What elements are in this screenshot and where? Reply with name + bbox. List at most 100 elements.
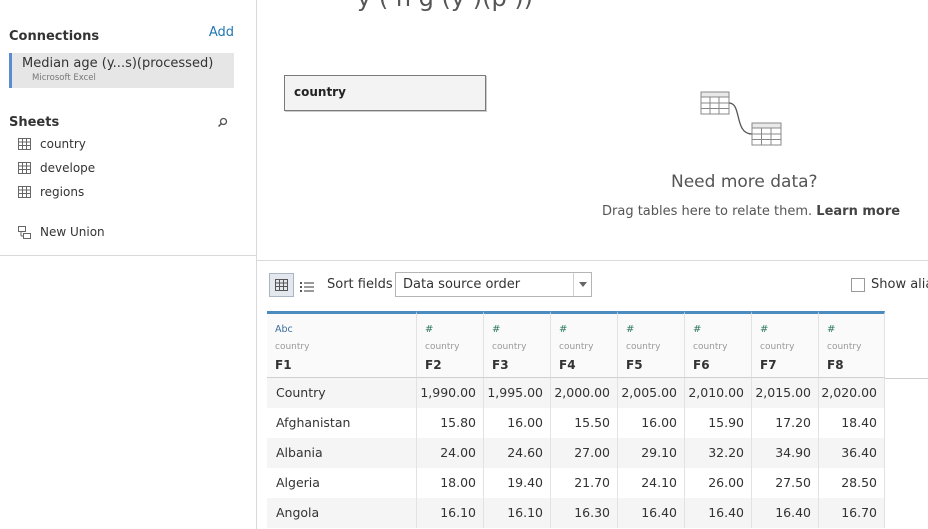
column-source: country [626, 342, 661, 352]
search-icon[interactable] [217, 113, 228, 132]
table-cell: 24.00 [417, 438, 484, 468]
column-source: country [827, 342, 862, 352]
grid-view-button[interactable] [269, 273, 294, 297]
table-cell: Angola [267, 498, 417, 528]
table-row: Country 1,990.00 1,995.00 2,000.00 2,005… [267, 378, 885, 408]
drag-tables-text: Drag tables here to relate them. [602, 204, 813, 219]
sheet-item-country[interactable]: country [18, 135, 86, 153]
number-type-icon[interactable]: # [827, 324, 835, 335]
table-icon [18, 186, 31, 198]
table-row: Algeria 18.00 19.40 21.70 24.10 26.00 27… [267, 468, 885, 498]
number-type-icon[interactable]: # [626, 324, 634, 335]
table-cell: 17.20 [752, 408, 819, 438]
table-cell: 16.30 [551, 498, 618, 528]
column-header-f4[interactable]: # country F4 [551, 311, 618, 378]
table-cell: 2,010.00 [685, 378, 752, 408]
table-cell: 15.80 [417, 408, 484, 438]
connections-header: Connections Add [9, 25, 234, 44]
list-icon [300, 282, 314, 292]
column-source: country [559, 342, 594, 352]
column-name: F1 [275, 358, 292, 372]
table-cell: Afghanistan [267, 408, 417, 438]
table-box-label: country [294, 85, 346, 99]
drag-tables-hint: Drag tables here to relate them. Learn m… [602, 204, 900, 219]
column-header-f3[interactable]: # country F3 [484, 311, 551, 378]
show-aliases-checkbox[interactable] [851, 277, 865, 292]
chevron-down-icon [573, 273, 591, 296]
column-header-f5[interactable]: # country F5 [618, 311, 685, 378]
table-row: Afghanistan 15.80 16.00 15.50 16.00 15.9… [267, 408, 885, 438]
column-header-f2[interactable]: # country F2 [417, 311, 484, 378]
learn-more-link[interactable]: Learn more [816, 204, 900, 219]
table-cell: 2,000.00 [551, 378, 618, 408]
relationship-canvas[interactable]: y ( n g (y )(p )) country Need more data… [257, 0, 928, 261]
table-cell: 16.10 [417, 498, 484, 528]
column-name: F6 [693, 358, 710, 372]
add-connection-link[interactable]: Add [209, 25, 234, 40]
left-divider [0, 255, 256, 256]
table-cell: 16.00 [618, 408, 685, 438]
table-cell: Algeria [267, 468, 417, 498]
sheet-item-label: regions [40, 185, 85, 199]
column-source: country [693, 342, 728, 352]
table-row: Angola 16.10 16.10 16.30 16.40 16.40 16.… [267, 498, 885, 528]
table-cell: 2,005.00 [618, 378, 685, 408]
table-cell: 27.00 [551, 438, 618, 468]
sheet-item-regions[interactable]: regions [18, 183, 84, 201]
table-cell: 16.00 [484, 408, 551, 438]
column-source: country [760, 342, 795, 352]
connection-item[interactable]: Median age (y...s)(processed) Microsoft … [9, 53, 234, 88]
table-cell: 36.40 [819, 438, 885, 468]
number-type-icon[interactable]: # [559, 324, 567, 335]
new-union-item[interactable]: New Union [18, 223, 105, 241]
table-cell: 1,995.00 [484, 378, 551, 408]
table-cell: 16.10 [484, 498, 551, 528]
table-cell: 24.60 [484, 438, 551, 468]
column-header-f1[interactable]: Abc country F1 [267, 311, 417, 378]
table-cell: 2,015.00 [752, 378, 819, 408]
table-icon [18, 138, 31, 150]
table-cell: 2,020.00 [819, 378, 885, 408]
column-header-f6[interactable]: # country F6 [685, 311, 752, 378]
sort-fields-select[interactable]: Data source order [395, 272, 592, 297]
table-cell: 15.50 [551, 408, 618, 438]
table-cell: 1,990.00 [417, 378, 484, 408]
sheet-item-develope[interactable]: develope [18, 159, 95, 177]
table-cell: 18.40 [819, 408, 885, 438]
table-cell: 18.00 [417, 468, 484, 498]
table-cell: 27.50 [752, 468, 819, 498]
number-type-icon[interactable]: # [492, 324, 500, 335]
table-cell: 19.40 [484, 468, 551, 498]
need-more-data-heading: Need more data? [671, 172, 818, 192]
table-cell: 34.90 [752, 438, 819, 468]
sheet-item-label: develope [40, 161, 96, 175]
sheets-header: Sheets [9, 111, 234, 132]
column-name: F5 [626, 358, 643, 372]
sort-fields-value: Data source order [403, 277, 521, 292]
column-header-f7[interactable]: # country F7 [752, 311, 819, 378]
table-box-country[interactable]: country [284, 75, 486, 111]
table-cell: Country [267, 378, 417, 408]
connection-name: Median age (y...s)(processed) [22, 56, 214, 71]
column-source: country [275, 342, 310, 352]
grid-icon [275, 279, 288, 291]
column-header-f8[interactable]: # country F8 [819, 311, 885, 378]
union-icon [18, 225, 31, 239]
number-type-icon[interactable]: # [760, 324, 768, 335]
table-cell: 24.10 [618, 468, 685, 498]
column-name: F2 [425, 358, 442, 372]
show-aliases-toggle[interactable]: Show alia [851, 277, 928, 292]
connections-title: Connections [9, 29, 100, 44]
number-type-icon[interactable]: # [425, 324, 433, 335]
grid-toolbar: Sort fields Data source order Show alia [257, 262, 928, 308]
list-view-button[interactable] [300, 278, 314, 297]
connection-type: Microsoft Excel [32, 73, 96, 83]
table-icon [18, 162, 31, 174]
datasource-title[interactable]: y ( n g (y )(p )) [357, 0, 533, 12]
sheets-title: Sheets [9, 115, 60, 130]
sheet-item-label: country [40, 137, 86, 151]
table-cell: 26.00 [685, 468, 752, 498]
string-type-icon[interactable]: Abc [275, 324, 293, 335]
number-type-icon[interactable]: # [693, 324, 701, 335]
column-name: F3 [492, 358, 509, 372]
